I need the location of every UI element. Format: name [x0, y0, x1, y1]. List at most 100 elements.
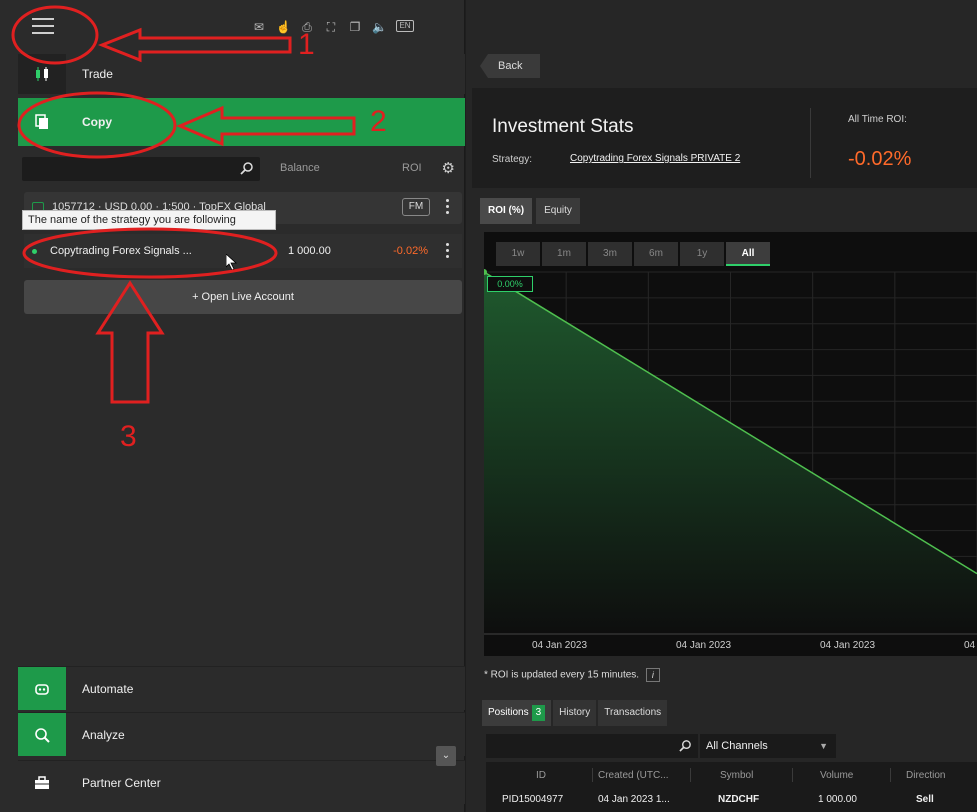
chart-plot [484, 269, 977, 635]
all-time-roi-value: -0.02% [848, 148, 912, 170]
range-all[interactable]: All [726, 242, 770, 266]
col-id[interactable]: ID [536, 770, 546, 781]
annotation-number-3: 3 [120, 420, 137, 453]
annotation-number-2: 2 [370, 105, 387, 138]
range-1y[interactable]: 1y [680, 242, 724, 266]
roi-update-note: * ROI is updated every 15 minutes. i [484, 668, 660, 682]
balance-column-header[interactable]: Balance [280, 162, 320, 174]
x-tick: 04 Jan 2023 [532, 640, 588, 651]
copy-window-icon[interactable]: ❐ [348, 20, 362, 34]
x-tick: 04 Jan 2023 [820, 640, 876, 651]
chart-tabs: ROI (%) Equity [480, 198, 580, 224]
chevron-down-icon: ▼ [819, 741, 828, 751]
gear-icon[interactable]: ⚙ [442, 159, 455, 177]
col-direction[interactable]: Direction [906, 770, 945, 781]
roi-chart: 1w 1m 3m 6m 1y All 0.00% [484, 232, 977, 656]
range-6m[interactable]: 6m [634, 242, 678, 266]
hand-pointer-icon[interactable]: ☝ [276, 20, 291, 34]
chevron-down-icon[interactable]: ⌄ [436, 746, 456, 766]
positions-tabs: Positions 3 History Transactions [482, 700, 668, 726]
cell-symbol: NZDCHF [718, 794, 760, 805]
sound-icon[interactable]: 🔈 [372, 20, 387, 34]
strategy-link[interactable]: Copytrading Forex Signals PRIVATE 2 [570, 153, 740, 164]
column-separator [592, 768, 593, 782]
nav-copy[interactable]: Copy [18, 98, 465, 146]
nav-partner-center[interactable]: Partner Center [18, 760, 465, 804]
copy-icon [18, 98, 66, 146]
open-live-account-button[interactable]: + Open Live Account [24, 280, 462, 314]
left-panel: ✉ ☝ ⎙ ⛶ ❐ 🔈 EN Trade Copy Balance ROI ⚙ … [0, 0, 465, 812]
search-icon [240, 162, 253, 175]
channel-value: All Channels [706, 740, 768, 752]
envelope-icon[interactable]: ✉ [252, 20, 266, 34]
tab-transactions[interactable]: Transactions [598, 700, 668, 726]
cell-volume: 1 000.00 [818, 794, 857, 805]
candlestick-icon [18, 54, 66, 94]
roi-value-tag: 0.00% [487, 276, 533, 292]
robot-icon [18, 667, 66, 710]
positions-table: ID Created (UTC... Symbol Volume Directi… [486, 762, 977, 812]
magnifier-chart-icon [18, 713, 66, 756]
fullscreen-icon[interactable]: ⛶ [324, 20, 338, 34]
fm-badge[interactable]: FM [402, 198, 430, 216]
strategy-roi: -0.02% [393, 245, 428, 257]
range-selector: 1w 1m 3m 6m 1y All [496, 242, 770, 266]
tab-positions[interactable]: Positions 3 [482, 700, 552, 726]
cell-created: 04 Jan 2023 1... [598, 794, 670, 805]
cell-id: PID15004977 [502, 794, 564, 805]
investment-stats-header: Investment Stats Strategy: Copytrading F… [472, 88, 977, 188]
strategy-name[interactable]: Copytrading Forex Signals ... [50, 245, 192, 257]
positions-search-input[interactable] [486, 734, 698, 758]
positions-filter: All Channels ▼ [486, 734, 977, 758]
top-toolbar: ✉ ☝ ⎙ ⛶ ❐ 🔈 EN [18, 8, 464, 44]
page-title: Investment Stats [492, 116, 634, 137]
strategy-label: Strategy: [492, 154, 533, 165]
back-button[interactable]: Back [480, 54, 540, 78]
nav-copy-label: Copy [82, 115, 112, 129]
range-3m[interactable]: 3m [588, 242, 632, 266]
range-1w[interactable]: 1w [496, 242, 540, 266]
all-time-roi-label: All Time ROI: [848, 114, 907, 125]
search-input[interactable] [22, 157, 260, 181]
tab-equity[interactable]: Equity [536, 198, 580, 224]
nav-trade[interactable]: Trade [18, 54, 465, 94]
x-tick: 04 [964, 640, 976, 651]
toolbar-icons: ✉ ☝ ⎙ ⛶ ❐ 🔈 EN [252, 20, 414, 34]
nav-automate-label: Automate [82, 681, 134, 696]
tab-history[interactable]: History [553, 700, 597, 726]
search-icon [679, 740, 691, 752]
nav-analyze-label: Analyze [82, 727, 125, 742]
info-icon[interactable]: i [645, 668, 660, 682]
language-icon[interactable]: EN [396, 20, 414, 32]
hamburger-menu-icon[interactable] [32, 18, 54, 36]
status-dot-icon [32, 249, 37, 254]
range-1m[interactable]: 1m [542, 242, 586, 266]
main-panel: Back Investment Stats Strategy: Copytrad… [466, 0, 977, 812]
nav-automate[interactable]: Automate [18, 666, 465, 710]
nav-trade-label: Trade [82, 67, 113, 81]
stats-divider [810, 108, 811, 178]
col-symbol[interactable]: Symbol [720, 770, 753, 781]
col-created[interactable]: Created (UTC... [598, 770, 669, 781]
column-separator [890, 768, 891, 782]
positions-count-badge: 3 [531, 705, 546, 721]
roi-column-header[interactable]: ROI [402, 162, 422, 174]
strategy-more-icon[interactable] [446, 243, 450, 261]
briefcase-icon [18, 761, 66, 804]
strategy-row[interactable]: Copytrading Forex Signals ... 1 000.00 -… [24, 234, 462, 268]
tab-roi[interactable]: ROI (%) [480, 198, 533, 224]
search-row: Balance ROI ⚙ [18, 154, 465, 184]
cell-direction: Sell [916, 794, 934, 805]
column-separator [690, 768, 691, 782]
column-separator [792, 768, 793, 782]
account-more-icon[interactable] [446, 199, 450, 217]
x-tick: 04 Jan 2023 [676, 640, 732, 651]
roi-note-text: * ROI is updated every 15 minutes. [484, 669, 640, 681]
mouse-cursor-icon [226, 254, 238, 270]
tab-positions-label: Positions [488, 707, 529, 718]
col-volume[interactable]: Volume [820, 770, 853, 781]
channel-select[interactable]: All Channels ▼ [700, 734, 836, 758]
annotation-number-1: 1 [298, 28, 315, 61]
strategy-tooltip: The name of the strategy you are followi… [22, 210, 276, 230]
nav-analyze[interactable]: Analyze [18, 712, 465, 756]
